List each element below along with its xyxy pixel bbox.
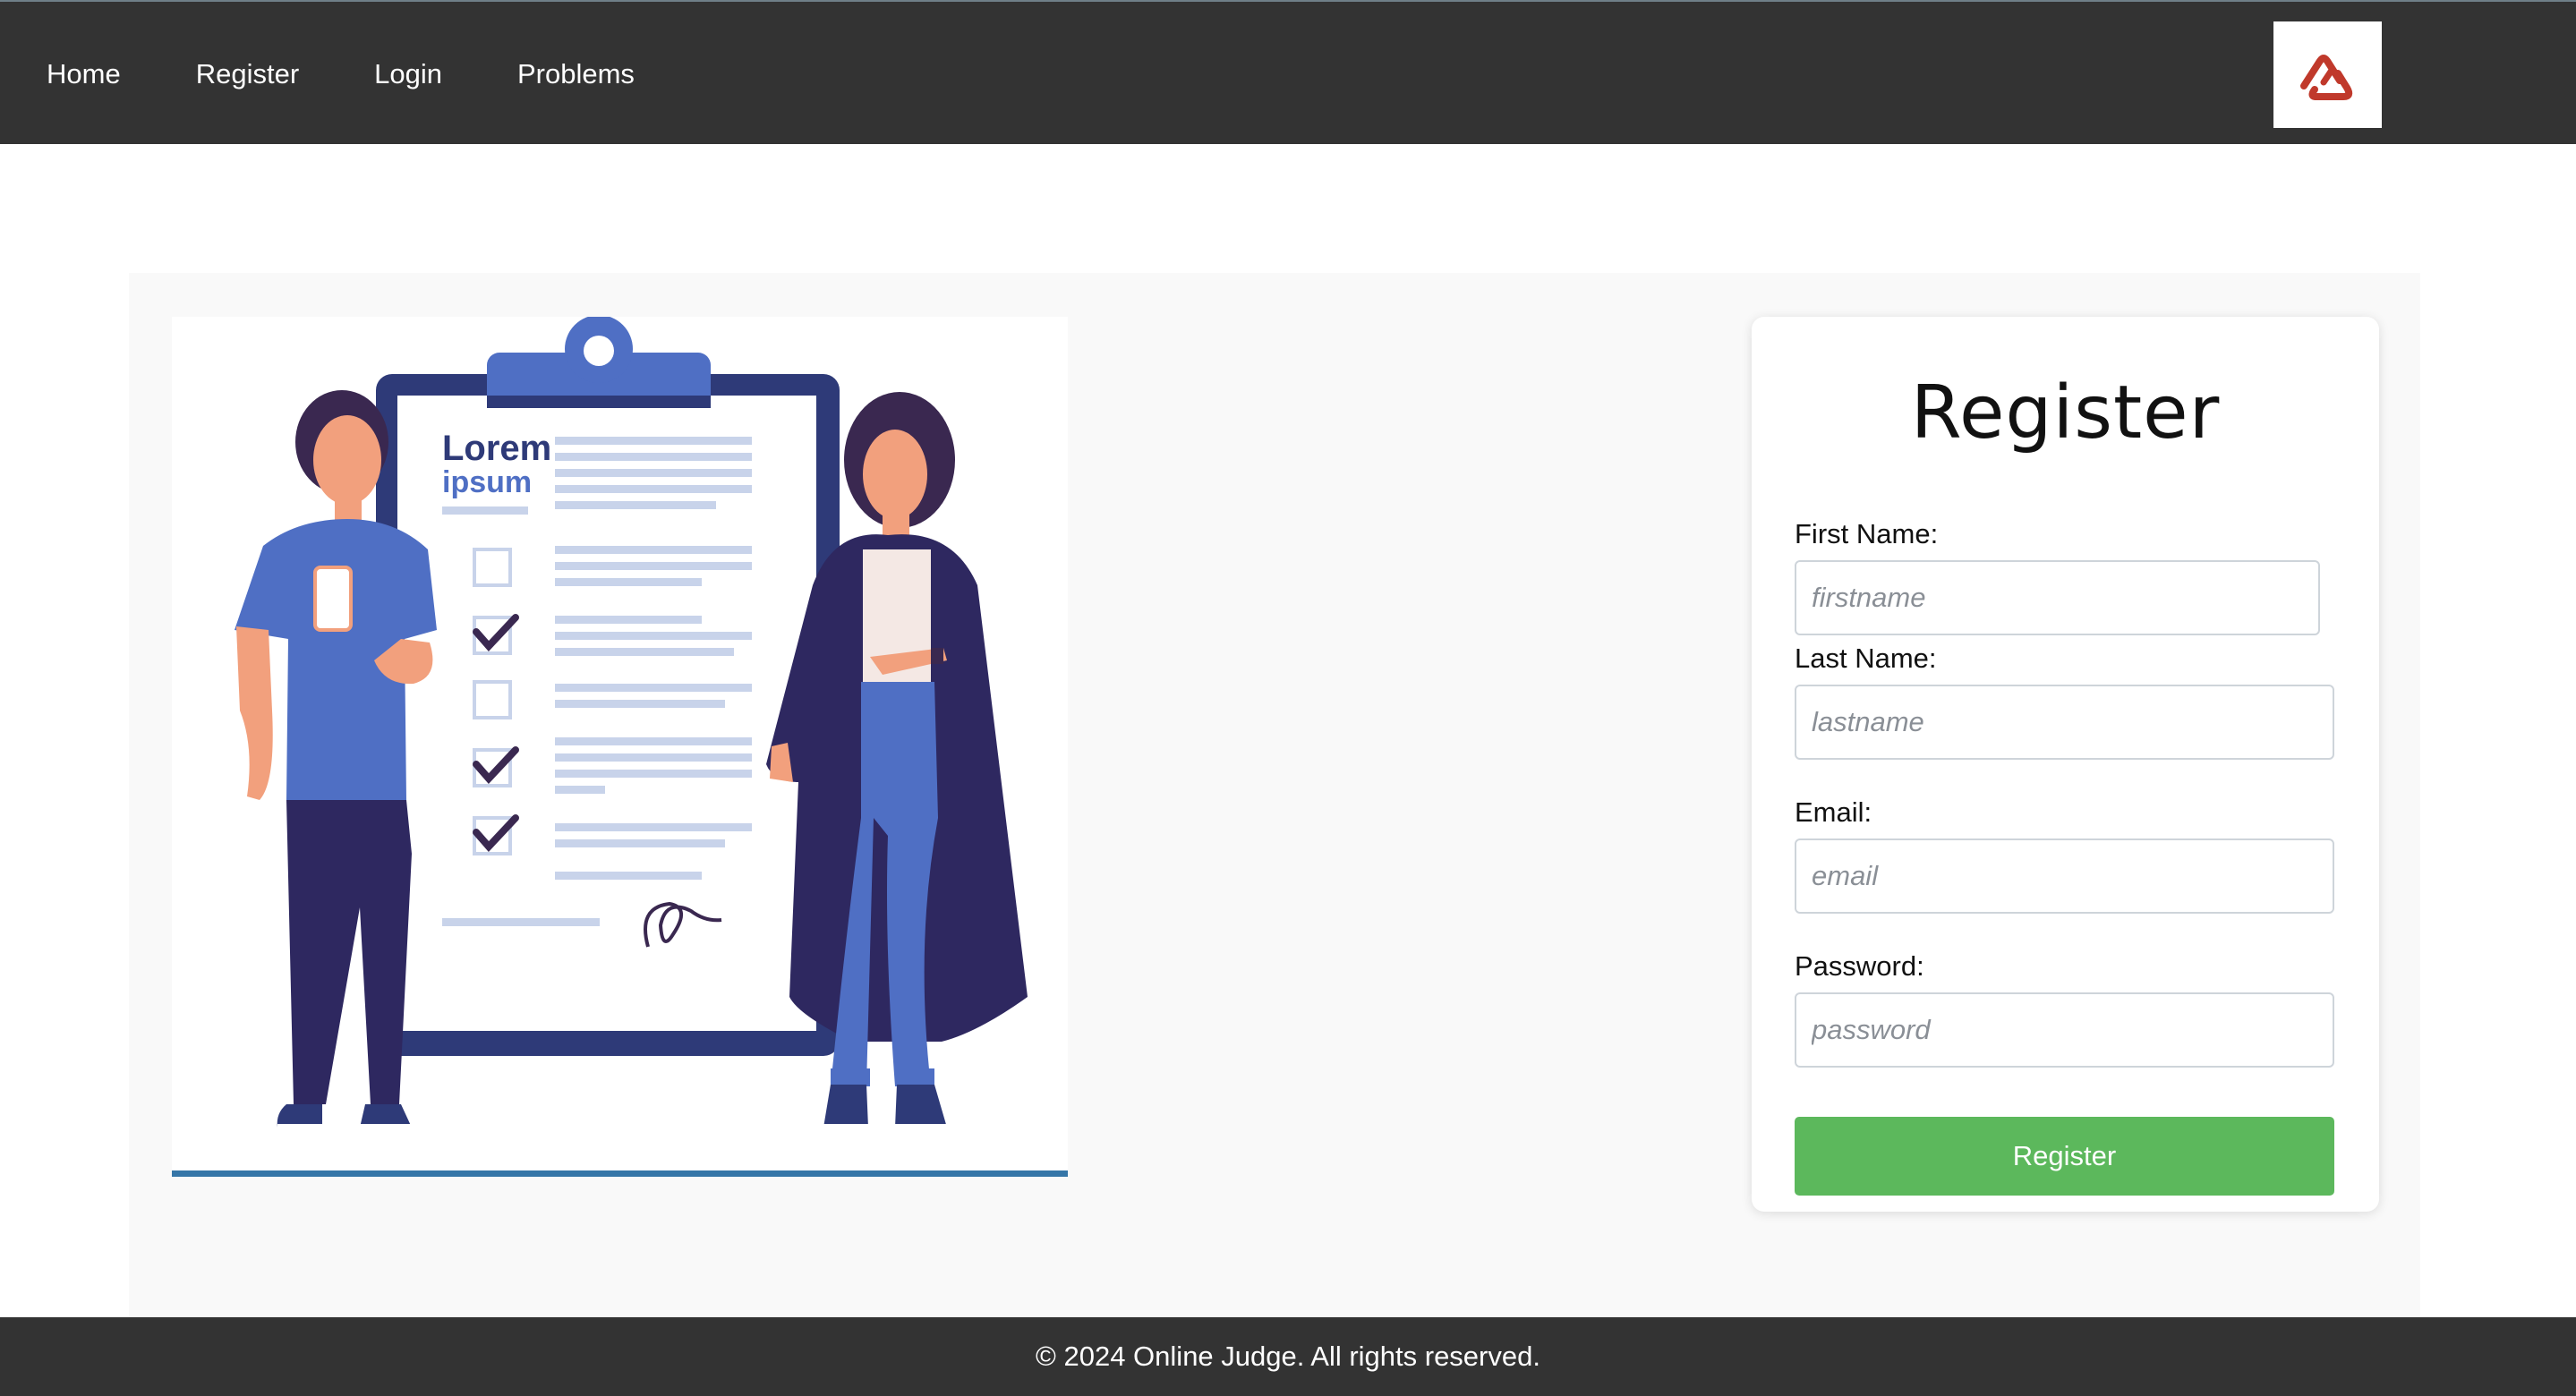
nav-login-link[interactable]: Login: [374, 58, 442, 90]
register-submit-button[interactable]: Register: [1795, 1117, 2334, 1196]
nav-home-link[interactable]: Home: [47, 58, 121, 90]
doc-title: Lorem: [442, 429, 551, 468]
brand-logo[interactable]: [2273, 21, 2382, 128]
brand-logo-icon: [2299, 54, 2352, 100]
register-panel: Lorem ipsum Register First Name: firstna…: [129, 273, 2420, 1317]
illustration-underline: [172, 1170, 1068, 1177]
register-form-card: Register First Name: Last Name: Email: P…: [1752, 317, 2379, 1212]
email-label: Email:: [1795, 796, 1872, 828]
top-navbar: Home Register Login Problems: [0, 0, 2576, 144]
last-name-input[interactable]: [1795, 685, 2334, 760]
email-input[interactable]: [1795, 838, 2334, 914]
nav-links: Home Register Login Problems: [47, 2, 710, 146]
nav-register-link[interactable]: Register: [196, 58, 299, 90]
clipboard-checklist-people-illustration: Lorem ipsum: [235, 315, 1028, 1131]
password-label: Password:: [1795, 950, 1924, 982]
doc-subtitle: ipsum: [442, 465, 532, 499]
nav-problems-link[interactable]: Problems: [517, 58, 635, 90]
register-title: Register: [1910, 370, 2221, 455]
footer-copyright: © 2024 Online Judge. All rights reserved…: [1036, 1341, 1540, 1372]
password-input[interactable]: [1795, 992, 2334, 1068]
first-name-input[interactable]: [1795, 560, 2320, 635]
page-footer: © 2024 Online Judge. All rights reserved…: [0, 1317, 2576, 1396]
register-illustration: Lorem ipsum: [172, 315, 1068, 1177]
first-name-label: First Name:: [1795, 518, 1939, 549]
last-name-label: Last Name:: [1795, 643, 1937, 674]
